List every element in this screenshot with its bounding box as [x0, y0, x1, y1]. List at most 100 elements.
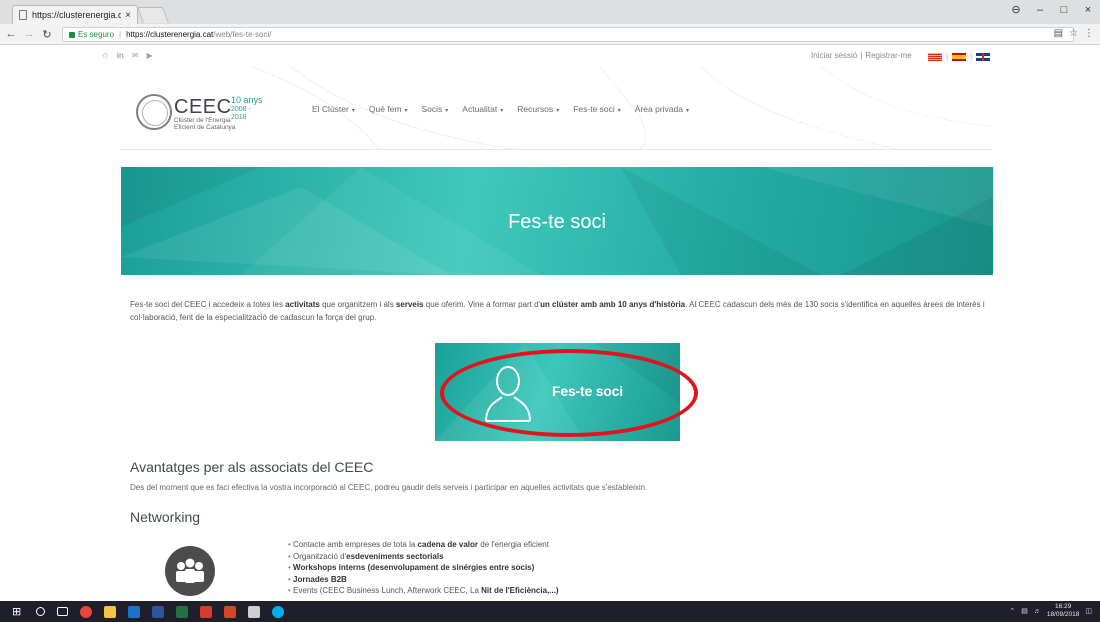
- tab-close-icon[interactable]: ×: [125, 10, 131, 21]
- ceec-logo[interactable]: CEEC 10 anys 2008 - 2018 Clúster de l'En…: [136, 94, 266, 134]
- intro-text-3: que oferim. Vine a formar part d': [423, 300, 541, 309]
- windows-start-icon[interactable]: ⊞: [12, 606, 24, 618]
- auth-links: Iniciar sessió | Registrar-me: [811, 51, 912, 60]
- minimize-button[interactable]: –: [1028, 4, 1052, 16]
- notifications-icon[interactable]: ◫: [1085, 607, 1092, 615]
- nav-item-fes-te-soci[interactable]: Fes-te soci ▾: [573, 104, 621, 114]
- logo-name: CEEC: [174, 96, 232, 118]
- intro-text-1: Fes-te soci del CEEC i accedeix a totes …: [130, 300, 286, 309]
- list-item: Contacte amb empreses de tota la cadena …: [288, 539, 559, 551]
- acrobat-icon[interactable]: [200, 605, 212, 618]
- flag-separator: |: [946, 52, 949, 61]
- hero-banner: Fes-te soci: [121, 167, 993, 275]
- task-view-icon[interactable]: [57, 607, 68, 616]
- youtube-icon[interactable]: ▶: [147, 51, 153, 60]
- nav-item-recursos[interactable]: Recursos ▾: [517, 104, 559, 114]
- nav-item-actualitat[interactable]: Actualitat ▾: [462, 104, 503, 114]
- advantages-description: Des del moment que es faci efectiva la v…: [130, 483, 648, 492]
- page-title: Fes-te soci: [508, 211, 606, 233]
- english-flag-icon[interactable]: [976, 52, 991, 61]
- chevron-down-icon: ▾: [500, 108, 504, 114]
- bullet-bold: Nit de l'Eficiència,...): [481, 586, 559, 595]
- twitter-icon[interactable]: ✩: [102, 51, 109, 60]
- bullet-bold: Jornades B2B: [293, 574, 347, 584]
- url-host: https://clusterenergia.cat: [126, 30, 214, 39]
- close-window-button[interactable]: ×: [1076, 4, 1100, 16]
- nav-label: Àrea privada: [634, 104, 683, 114]
- language-switcher: | |: [928, 52, 991, 61]
- address-bar[interactable]: Es seguro | https://clusterenergia.cat/w…: [62, 27, 1074, 42]
- clock-time: 16:29: [1054, 603, 1072, 610]
- browser-toolbar: ← → ↻ ⌂ Es seguro | https://clusterenerg…: [0, 24, 1100, 45]
- list-item: Jornades B2B: [288, 574, 559, 586]
- skype-icon[interactable]: [272, 605, 284, 618]
- excel-icon[interactable]: [176, 605, 188, 618]
- chevron-down-icon: ▾: [445, 108, 449, 114]
- new-tab-button[interactable]: [137, 7, 169, 23]
- volume-icon[interactable]: ♬: [1034, 608, 1041, 615]
- file-explorer-icon[interactable]: [104, 605, 116, 618]
- powerpoint-icon[interactable]: [224, 605, 236, 618]
- windows-taskbar: ⊞ ⌃ ▤ ♬ 16:29 18/09/2018 ◫: [0, 601, 1100, 622]
- window-controls: ⊖ – □ ×: [1004, 3, 1100, 17]
- reload-icon[interactable]: ↻: [40, 28, 54, 41]
- bookmark-star-icon[interactable]: ☆: [1069, 28, 1078, 39]
- calculator-icon[interactable]: [248, 605, 260, 618]
- linkedin-icon[interactable]: in: [117, 51, 124, 60]
- register-link[interactable]: Registrar-me: [865, 51, 911, 60]
- logo-ring-icon: [136, 94, 172, 130]
- mail-icon[interactable]: ✉: [132, 51, 139, 60]
- nav-label: Què fem: [368, 104, 402, 114]
- tray-expand-icon[interactable]: ⌃: [1009, 607, 1015, 615]
- flag-separator: |: [970, 52, 973, 61]
- nav-label: Socis: [421, 104, 443, 114]
- intro-bold-2: serveis: [395, 300, 424, 309]
- nav-label: Recursos: [517, 104, 554, 114]
- nav-item-area-privada[interactable]: Àrea privada ▾: [635, 104, 689, 114]
- bullet-text: Organització d': [293, 551, 347, 561]
- main-navigation: El Clúster ▾ Què fem ▾ Socis ▾ Actualitat ▾ …: [312, 104, 703, 114]
- translate-icon[interactable]: ▤: [1054, 28, 1063, 39]
- header-divider: [120, 149, 992, 150]
- browser-tab[interactable]: https://clusterenergia.cat ×: [12, 5, 138, 24]
- outlook-icon[interactable]: [128, 605, 140, 618]
- maximize-button[interactable]: □: [1052, 4, 1076, 16]
- network-icon[interactable]: ▤: [1021, 607, 1028, 615]
- logo-subtitle: Clúster de l'Energia Eficient de Catalun…: [174, 117, 235, 131]
- nav-item-socis[interactable]: Socis ▾: [421, 104, 448, 114]
- chevron-down-icon: ▾: [686, 108, 690, 114]
- nav-item-que-fem[interactable]: Què fem ▾: [369, 104, 408, 114]
- chevron-down-icon: ▾: [617, 108, 621, 114]
- back-icon[interactable]: ←: [4, 28, 18, 40]
- login-link[interactable]: Iniciar sessió: [811, 51, 857, 60]
- clock[interactable]: 16:29 18/09/2018: [1047, 603, 1080, 619]
- intro-bold-1: activitats: [285, 300, 320, 309]
- bullet-bold: cadena de valor: [417, 540, 479, 549]
- tab-title: https://clusterenergia.cat: [32, 10, 122, 20]
- account-icon[interactable]: ⊖: [1004, 3, 1028, 16]
- url-path: /web/fes-te-soci/: [213, 30, 272, 39]
- bullet-text: Contacte amb empreses de tota la: [293, 540, 418, 549]
- site-header: CEEC 10 anys 2008 - 2018 Clúster de l'En…: [0, 66, 1100, 150]
- nav-label: Actualitat: [462, 104, 498, 114]
- nav-item-el-cluster[interactable]: El Clúster ▾: [312, 104, 355, 114]
- bullet-bold: esdeveniments sectorials: [346, 551, 444, 561]
- browser-tab-bar: https://clusterenergia.cat × ⊖ – □ ×: [0, 0, 1100, 24]
- catalan-flag-icon[interactable]: [928, 52, 942, 61]
- chrome-icon[interactable]: [80, 605, 92, 618]
- toolbar-actions: ▤ ☆ ⋮: [1054, 28, 1094, 39]
- networking-heading: Networking: [130, 509, 201, 525]
- word-icon[interactable]: [152, 605, 164, 618]
- nav-label: El Clúster: [312, 104, 349, 114]
- page-icon: [19, 10, 27, 20]
- address-separator: |: [119, 30, 122, 39]
- spanish-flag-icon[interactable]: [952, 52, 967, 61]
- menu-icon[interactable]: ⋮: [1084, 28, 1094, 39]
- social-links: ✩ in ✉ ▶: [102, 51, 153, 60]
- search-icon[interactable]: [36, 607, 45, 616]
- list-item: Organització d'esdeveniments sectorials: [288, 551, 559, 563]
- auth-separator: |: [860, 51, 863, 60]
- forward-icon[interactable]: →: [22, 28, 36, 40]
- logo-years: 10 anys 2008 - 2018: [231, 96, 266, 122]
- networking-benefits-list: Contacte amb empreses de tota la cadena …: [288, 539, 559, 597]
